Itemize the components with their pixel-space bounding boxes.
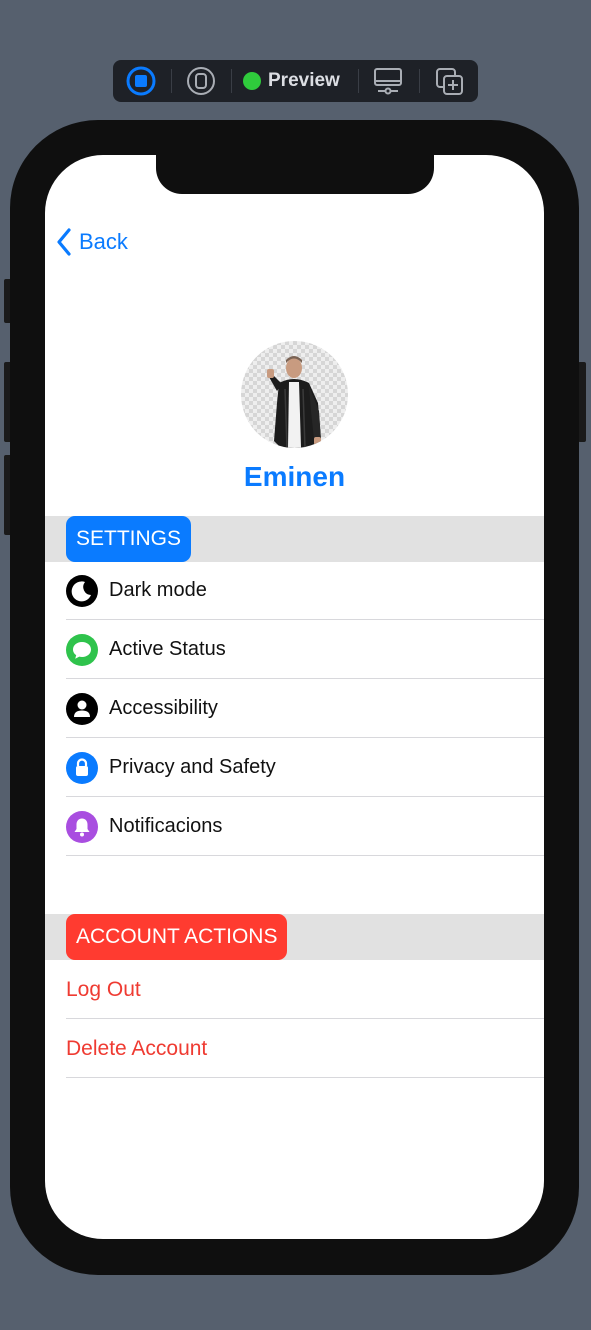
live-preview-icon[interactable]: [125, 65, 157, 97]
setting-row-accessibility[interactable]: Accessibility: [45, 679, 544, 738]
profile-name: Eminen: [243, 461, 346, 492]
variant-icon[interactable]: [185, 66, 217, 96]
toolbar-separator: [231, 69, 232, 93]
setting-row-dark-mode[interactable]: Dark mode: [45, 561, 544, 620]
delete-account-button[interactable]: Delete Account: [45, 1019, 544, 1078]
setting-label: Accessibility: [109, 697, 218, 719]
settings-section-title: SETTINGS: [66, 516, 192, 562]
notch: [156, 155, 434, 194]
setting-row-notifications[interactable]: Notificacions: [45, 797, 544, 856]
preview-status-label: Preview: [268, 70, 340, 91]
phone-screen: Back Eminen SETTINGS Dark mode Active St…: [45, 155, 544, 1239]
account-section-header: ACCOUNT ACTIONS: [45, 914, 544, 960]
row-divider: [66, 855, 544, 856]
account-section-title: ACCOUNT ACTIONS: [66, 914, 288, 960]
toolbar-separator: [171, 69, 172, 93]
settings-section-header: SETTINGS: [45, 516, 544, 562]
back-button[interactable]: Back: [55, 227, 128, 257]
device-settings-icon[interactable]: [372, 67, 404, 95]
canvas: Preview Back Eminen SETTINGS Dark mode A…: [0, 0, 591, 1330]
message-bubble-icon: [66, 634, 98, 666]
delete-account-label: Delete Account: [66, 1037, 208, 1060]
setting-row-privacy[interactable]: Privacy and Safety: [45, 738, 544, 797]
person-icon: [66, 693, 98, 725]
duplicate-icon[interactable]: [434, 67, 466, 97]
lock-icon: [66, 752, 98, 784]
moon-icon: [66, 575, 98, 607]
avatar: [241, 341, 348, 448]
setting-label: Dark mode: [109, 579, 207, 601]
setting-row-active-status[interactable]: Active Status: [45, 620, 544, 679]
back-label: Back: [79, 229, 128, 254]
chevron-left-icon: [57, 228, 71, 256]
toolbar-separator: [358, 69, 359, 93]
log-out-button[interactable]: Log Out: [45, 960, 544, 1019]
side-button: [578, 362, 586, 442]
preview-toolbar: Preview: [113, 60, 478, 102]
setting-label: Notificacions: [109, 815, 223, 837]
status-dot-icon: [243, 72, 261, 90]
toolbar-separator: [419, 69, 420, 93]
bell-icon: [66, 811, 98, 843]
setting-label: Privacy and Safety: [109, 756, 276, 778]
log-out-label: Log Out: [66, 978, 141, 1001]
profile-photo: [267, 356, 321, 448]
row-divider: [66, 1077, 544, 1078]
setting-label: Active Status: [109, 638, 226, 660]
preview-status: Preview: [243, 69, 340, 93]
